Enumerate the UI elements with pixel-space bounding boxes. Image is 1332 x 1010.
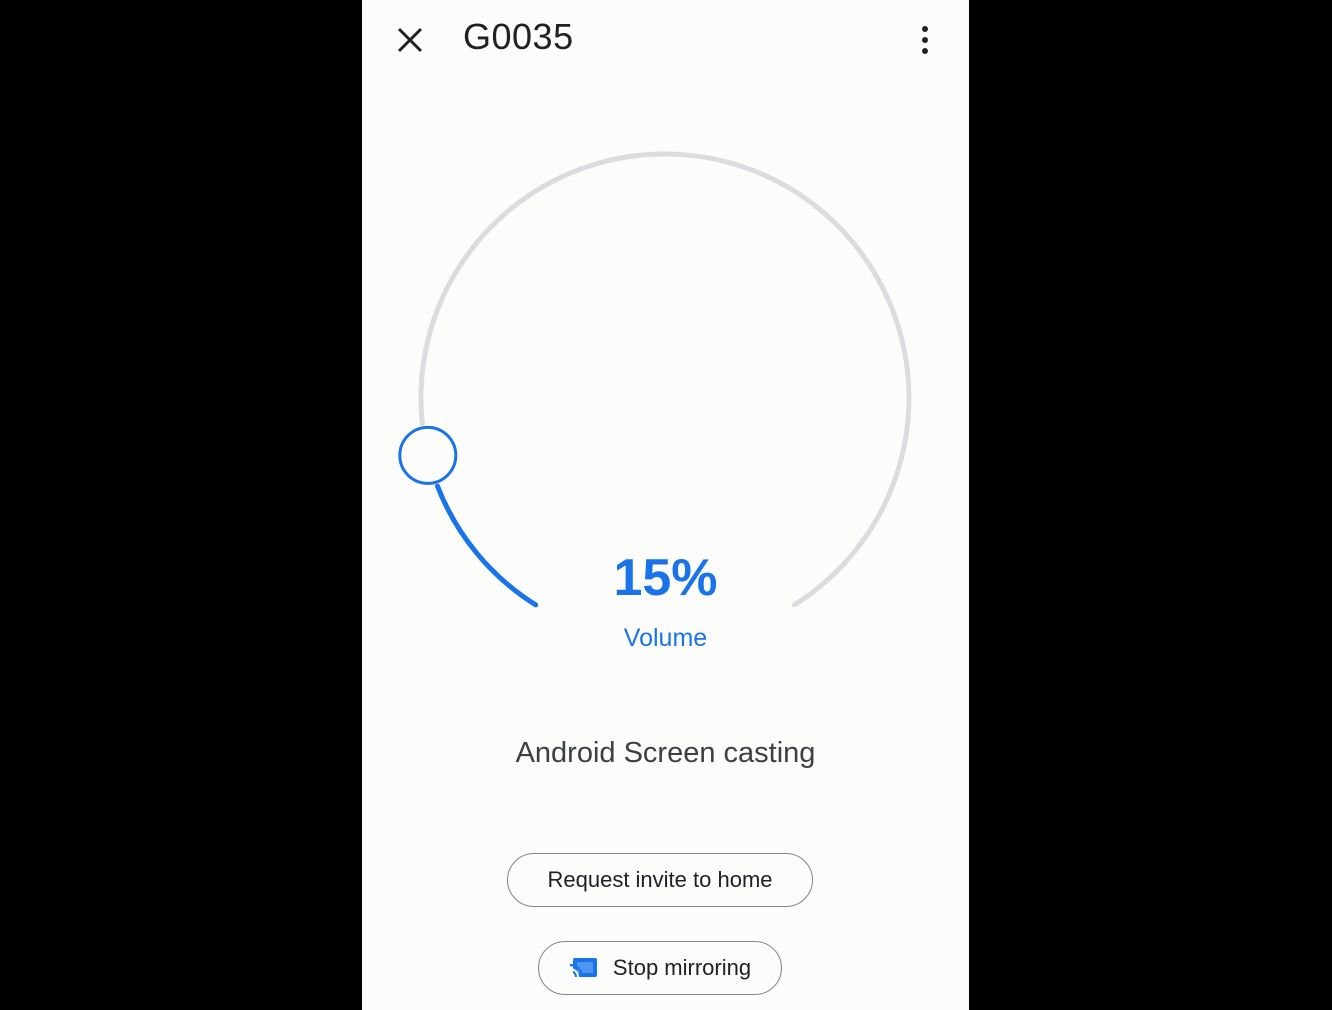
stop-mirroring-button[interactable]: Stop mirroring: [538, 941, 782, 995]
volume-label: Volume: [623, 624, 708, 652]
volume-percent: 15%: [613, 549, 718, 607]
cast-connected-icon: [569, 956, 599, 980]
device-control-screen: G0035 15% Volume Android Screen casting …: [362, 0, 969, 1010]
volume-slider-handle[interactable]: [398, 425, 458, 485]
request-invite-label: Request invite to home: [547, 867, 773, 892]
casting-status-text: Android Screen casting: [515, 737, 816, 769]
request-invite-button[interactable]: Request invite to home: [507, 853, 813, 907]
volume-track: [418, 151, 912, 608]
stop-mirroring-label: Stop mirroring: [612, 955, 752, 980]
